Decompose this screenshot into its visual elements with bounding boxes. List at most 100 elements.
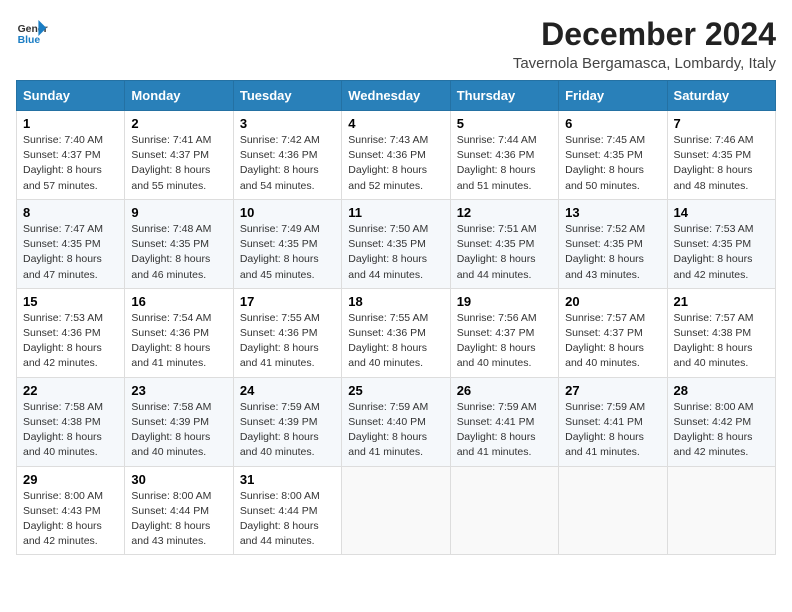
weekday-header-friday: Friday (559, 81, 667, 111)
day-detail: Sunrise: 7:53 AMSunset: 4:36 PMDaylight:… (23, 312, 103, 370)
day-detail: Sunrise: 7:42 AMSunset: 4:36 PMDaylight:… (240, 134, 320, 192)
day-detail: Sunrise: 7:48 AMSunset: 4:35 PMDaylight:… (131, 223, 211, 281)
logo-icon: General Blue (16, 16, 48, 48)
day-detail: Sunrise: 7:49 AMSunset: 4:35 PMDaylight:… (240, 223, 320, 281)
weekday-header-monday: Monday (125, 81, 233, 111)
calendar-cell (342, 466, 450, 555)
day-number: 11 (348, 205, 443, 220)
calendar-cell: 31 Sunrise: 8:00 AMSunset: 4:44 PMDaylig… (233, 466, 341, 555)
calendar-cell: 3 Sunrise: 7:42 AMSunset: 4:36 PMDayligh… (233, 111, 341, 200)
day-detail: Sunrise: 7:59 AMSunset: 4:41 PMDaylight:… (565, 401, 645, 459)
calendar-cell: 20 Sunrise: 7:57 AMSunset: 4:37 PMDaylig… (559, 288, 667, 377)
calendar-cell: 22 Sunrise: 7:58 AMSunset: 4:38 PMDaylig… (17, 377, 125, 466)
day-detail: Sunrise: 7:59 AMSunset: 4:40 PMDaylight:… (348, 401, 428, 459)
day-detail: Sunrise: 7:59 AMSunset: 4:41 PMDaylight:… (457, 401, 537, 459)
day-number: 22 (23, 383, 118, 398)
page-header: General Blue December 2024 Tavernola Ber… (16, 16, 776, 72)
day-number: 15 (23, 294, 118, 309)
day-detail: Sunrise: 7:54 AMSunset: 4:36 PMDaylight:… (131, 312, 211, 370)
day-detail: Sunrise: 7:53 AMSunset: 4:35 PMDaylight:… (674, 223, 754, 281)
day-detail: Sunrise: 7:58 AMSunset: 4:38 PMDaylight:… (23, 401, 103, 459)
calendar-cell: 27 Sunrise: 7:59 AMSunset: 4:41 PMDaylig… (559, 377, 667, 466)
day-number: 4 (348, 116, 443, 131)
calendar-week-row: 8 Sunrise: 7:47 AMSunset: 4:35 PMDayligh… (17, 199, 776, 288)
day-detail: Sunrise: 7:44 AMSunset: 4:36 PMDaylight:… (457, 134, 537, 192)
calendar-cell: 2 Sunrise: 7:41 AMSunset: 4:37 PMDayligh… (125, 111, 233, 200)
day-number: 27 (565, 383, 660, 398)
day-detail: Sunrise: 7:55 AMSunset: 4:36 PMDaylight:… (348, 312, 428, 370)
calendar-cell: 17 Sunrise: 7:55 AMSunset: 4:36 PMDaylig… (233, 288, 341, 377)
calendar-cell (667, 466, 775, 555)
day-detail: Sunrise: 7:46 AMSunset: 4:35 PMDaylight:… (674, 134, 754, 192)
day-number: 30 (131, 472, 226, 487)
day-number: 10 (240, 205, 335, 220)
svg-text:Blue: Blue (18, 35, 41, 46)
calendar-cell: 8 Sunrise: 7:47 AMSunset: 4:35 PMDayligh… (17, 199, 125, 288)
day-number: 9 (131, 205, 226, 220)
calendar-body: 1 Sunrise: 7:40 AMSunset: 4:37 PMDayligh… (17, 111, 776, 555)
day-number: 8 (23, 205, 118, 220)
day-number: 13 (565, 205, 660, 220)
day-number: 28 (674, 383, 769, 398)
day-detail: Sunrise: 7:47 AMSunset: 4:35 PMDaylight:… (23, 223, 103, 281)
day-number: 26 (457, 383, 552, 398)
weekday-header-saturday: Saturday (667, 81, 775, 111)
day-number: 25 (348, 383, 443, 398)
calendar-cell (559, 466, 667, 555)
calendar-cell: 18 Sunrise: 7:55 AMSunset: 4:36 PMDaylig… (342, 288, 450, 377)
day-number: 19 (457, 294, 552, 309)
calendar-cell: 7 Sunrise: 7:46 AMSunset: 4:35 PMDayligh… (667, 111, 775, 200)
day-number: 20 (565, 294, 660, 309)
day-detail: Sunrise: 8:00 AMSunset: 4:44 PMDaylight:… (240, 490, 320, 548)
day-number: 21 (674, 294, 769, 309)
day-detail: Sunrise: 7:57 AMSunset: 4:38 PMDaylight:… (674, 312, 754, 370)
calendar-week-row: 1 Sunrise: 7:40 AMSunset: 4:37 PMDayligh… (17, 111, 776, 200)
day-number: 29 (23, 472, 118, 487)
logo: General Blue (16, 16, 48, 48)
calendar-cell: 26 Sunrise: 7:59 AMSunset: 4:41 PMDaylig… (450, 377, 558, 466)
calendar-cell: 19 Sunrise: 7:56 AMSunset: 4:37 PMDaylig… (450, 288, 558, 377)
day-detail: Sunrise: 7:40 AMSunset: 4:37 PMDaylight:… (23, 134, 103, 192)
calendar-cell: 14 Sunrise: 7:53 AMSunset: 4:35 PMDaylig… (667, 199, 775, 288)
calendar-week-row: 22 Sunrise: 7:58 AMSunset: 4:38 PMDaylig… (17, 377, 776, 466)
day-number: 1 (23, 116, 118, 131)
calendar-cell (450, 466, 558, 555)
weekday-header-sunday: Sunday (17, 81, 125, 111)
day-detail: Sunrise: 7:56 AMSunset: 4:37 PMDaylight:… (457, 312, 537, 370)
calendar-week-row: 15 Sunrise: 7:53 AMSunset: 4:36 PMDaylig… (17, 288, 776, 377)
calendar-cell: 24 Sunrise: 7:59 AMSunset: 4:39 PMDaylig… (233, 377, 341, 466)
calendar-cell: 9 Sunrise: 7:48 AMSunset: 4:35 PMDayligh… (125, 199, 233, 288)
day-detail: Sunrise: 7:41 AMSunset: 4:37 PMDaylight:… (131, 134, 211, 192)
calendar-cell: 4 Sunrise: 7:43 AMSunset: 4:36 PMDayligh… (342, 111, 450, 200)
calendar-cell: 10 Sunrise: 7:49 AMSunset: 4:35 PMDaylig… (233, 199, 341, 288)
day-number: 3 (240, 116, 335, 131)
day-number: 12 (457, 205, 552, 220)
calendar-cell: 28 Sunrise: 8:00 AMSunset: 4:42 PMDaylig… (667, 377, 775, 466)
calendar-cell: 11 Sunrise: 7:50 AMSunset: 4:35 PMDaylig… (342, 199, 450, 288)
day-detail: Sunrise: 7:58 AMSunset: 4:39 PMDaylight:… (131, 401, 211, 459)
day-number: 23 (131, 383, 226, 398)
month-year-title: December 2024 (513, 16, 776, 53)
weekday-header-row: SundayMondayTuesdayWednesdayThursdayFrid… (17, 81, 776, 111)
weekday-header-wednesday: Wednesday (342, 81, 450, 111)
location-subtitle: Tavernola Bergamasca, Lombardy, Italy (513, 55, 776, 72)
day-number: 31 (240, 472, 335, 487)
day-detail: Sunrise: 8:00 AMSunset: 4:44 PMDaylight:… (131, 490, 211, 548)
calendar-cell: 23 Sunrise: 7:58 AMSunset: 4:39 PMDaylig… (125, 377, 233, 466)
calendar-cell: 30 Sunrise: 8:00 AMSunset: 4:44 PMDaylig… (125, 466, 233, 555)
day-number: 17 (240, 294, 335, 309)
day-number: 18 (348, 294, 443, 309)
day-detail: Sunrise: 7:59 AMSunset: 4:39 PMDaylight:… (240, 401, 320, 459)
day-number: 16 (131, 294, 226, 309)
calendar-cell: 15 Sunrise: 7:53 AMSunset: 4:36 PMDaylig… (17, 288, 125, 377)
day-detail: Sunrise: 7:45 AMSunset: 4:35 PMDaylight:… (565, 134, 645, 192)
day-detail: Sunrise: 7:52 AMSunset: 4:35 PMDaylight:… (565, 223, 645, 281)
day-number: 2 (131, 116, 226, 131)
calendar-cell: 6 Sunrise: 7:45 AMSunset: 4:35 PMDayligh… (559, 111, 667, 200)
calendar-cell: 16 Sunrise: 7:54 AMSunset: 4:36 PMDaylig… (125, 288, 233, 377)
weekday-header-tuesday: Tuesday (233, 81, 341, 111)
day-detail: Sunrise: 7:43 AMSunset: 4:36 PMDaylight:… (348, 134, 428, 192)
calendar-cell: 1 Sunrise: 7:40 AMSunset: 4:37 PMDayligh… (17, 111, 125, 200)
calendar-cell: 13 Sunrise: 7:52 AMSunset: 4:35 PMDaylig… (559, 199, 667, 288)
day-detail: Sunrise: 7:55 AMSunset: 4:36 PMDaylight:… (240, 312, 320, 370)
